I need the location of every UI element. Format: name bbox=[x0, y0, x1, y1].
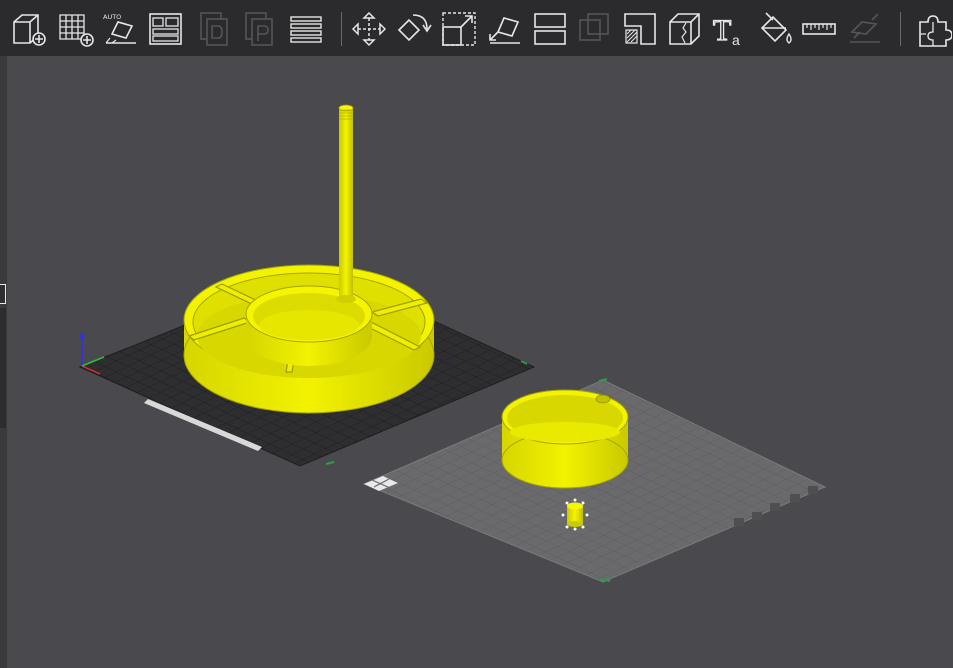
layers-icon bbox=[290, 16, 322, 43]
cube-plus-icon bbox=[13, 14, 46, 46]
move-button[interactable] bbox=[350, 10, 388, 48]
seam-button[interactable] bbox=[666, 10, 704, 48]
cut-icon bbox=[534, 13, 566, 45]
assembly-button[interactable] bbox=[846, 10, 884, 48]
layout-icon bbox=[149, 13, 182, 45]
text-button[interactable]: T a bbox=[711, 10, 749, 48]
add-grid-button[interactable] bbox=[57, 10, 95, 48]
rotate-button[interactable] bbox=[395, 10, 433, 48]
scale-icon bbox=[442, 12, 476, 46]
top-toolbar: AUTO T a bbox=[0, 0, 953, 57]
arrange-button[interactable] bbox=[147, 10, 185, 48]
seam-cube-icon bbox=[669, 13, 700, 45]
sidebar-toggle-handle[interactable] bbox=[0, 284, 6, 304]
lay-flat-icon bbox=[489, 17, 520, 44]
color-paint-button[interactable] bbox=[756, 10, 794, 48]
rotate-icon bbox=[397, 14, 432, 42]
copy-button[interactable] bbox=[198, 10, 236, 48]
auto-orient-button[interactable]: AUTO bbox=[102, 10, 140, 48]
toolbar-separator bbox=[900, 12, 901, 46]
sidebar-collapsed-strip bbox=[0, 308, 6, 428]
assembly-icon bbox=[850, 13, 880, 43]
grid-plus-icon bbox=[59, 14, 94, 47]
paste-icon bbox=[245, 12, 273, 46]
svg-text:T: T bbox=[713, 14, 731, 47]
layers-button[interactable] bbox=[288, 10, 326, 48]
toolbar-separator bbox=[341, 12, 342, 46]
svg-text:a: a bbox=[732, 32, 740, 48]
svg-text:AUTO: AUTO bbox=[103, 13, 121, 21]
move-arrows-icon bbox=[351, 11, 387, 47]
paste-button[interactable] bbox=[243, 10, 281, 48]
place-on-face-button[interactable] bbox=[486, 10, 524, 48]
boolean-button[interactable] bbox=[576, 10, 614, 48]
measure-button[interactable] bbox=[800, 10, 838, 48]
support-paint-button[interactable] bbox=[621, 10, 659, 48]
auto-orient-icon: AUTO bbox=[103, 13, 136, 44]
boolean-icon bbox=[579, 13, 609, 41]
copy-icon bbox=[200, 12, 228, 46]
add-object-button[interactable] bbox=[10, 10, 48, 48]
scale-button[interactable] bbox=[440, 10, 478, 48]
support-paint-icon bbox=[624, 13, 656, 45]
puzzle-icon bbox=[919, 15, 952, 47]
cylinder-cup-model[interactable] bbox=[501, 389, 629, 489]
scene-canvas[interactable] bbox=[0, 56, 953, 668]
paint-bucket-icon bbox=[760, 12, 792, 44]
text-tool-icon: T a bbox=[712, 13, 740, 48]
split-parts-button[interactable] bbox=[914, 10, 952, 48]
ruler-icon bbox=[802, 23, 836, 35]
3d-viewport[interactable] bbox=[0, 56, 953, 668]
cut-button[interactable] bbox=[531, 10, 569, 48]
tray-with-spindle-model[interactable] bbox=[183, 104, 435, 414]
